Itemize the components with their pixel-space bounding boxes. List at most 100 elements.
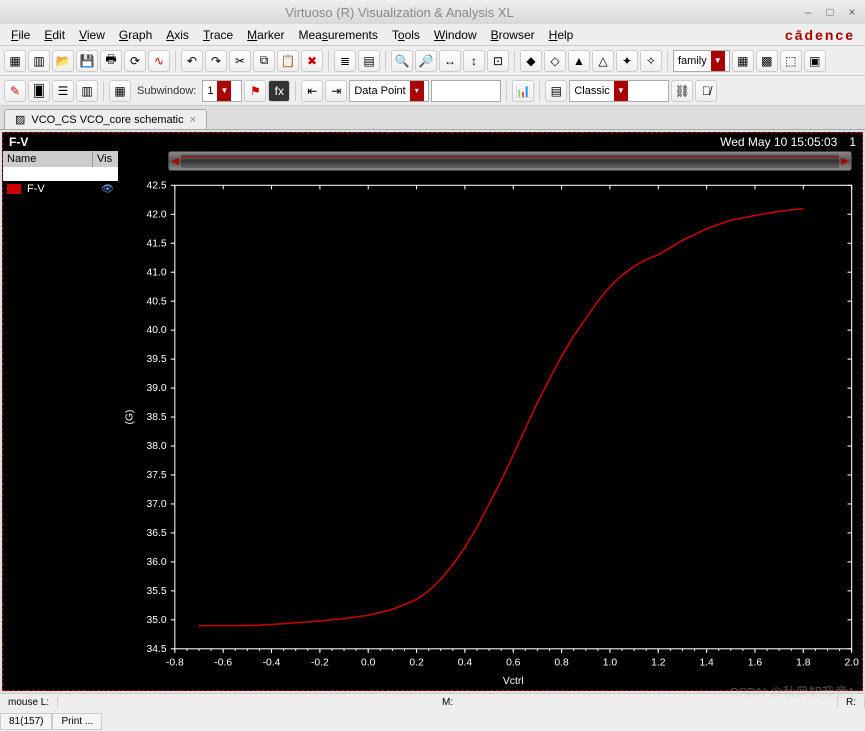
classic-select[interactable]: Classic▼	[569, 80, 669, 102]
svg-text:(G): (G)	[124, 410, 135, 425]
menu-tools[interactable]: Tools	[385, 26, 427, 44]
print-icon[interactable]: 🖶	[100, 50, 122, 72]
chart-icon[interactable]: 📊	[512, 80, 534, 102]
wand-icon[interactable]: ✎	[4, 80, 26, 102]
menu-window[interactable]: Window	[427, 26, 484, 44]
marker-c-icon[interactable]: ▲	[568, 50, 590, 72]
time-scrubber[interactable]: ◀ ▶	[168, 151, 852, 171]
plot-title: F-V	[9, 135, 28, 149]
strip-icon[interactable]: ≣	[334, 50, 356, 72]
legend-swatch-icon	[7, 184, 21, 194]
menu-file[interactable]: File	[4, 26, 37, 44]
svg-text:39.0: 39.0	[146, 383, 166, 394]
marker-d-icon[interactable]: △	[592, 50, 614, 72]
status-mouse-m: M:	[58, 697, 838, 708]
wave-icon[interactable]: ∿	[148, 50, 170, 72]
svg-text:2.0: 2.0	[844, 657, 859, 668]
legend-item-fv[interactable]: F-V 👁	[3, 181, 118, 197]
datapoint-select[interactable]: Data Point▾	[349, 80, 429, 102]
delete-icon[interactable]: ✖	[301, 50, 323, 72]
new-window-icon[interactable]: ▦	[4, 50, 26, 72]
marker-b-icon[interactable]: ◇	[544, 50, 566, 72]
layout-icon[interactable]: ▥	[28, 50, 50, 72]
plot-header: F-V Wed May 10 15:05:03 1	[3, 133, 862, 151]
tool-g3-icon[interactable]: ⬚	[780, 50, 802, 72]
marker-f-icon[interactable]: ✧	[640, 50, 662, 72]
svg-text:36.5: 36.5	[146, 528, 166, 539]
scrub-right-icon[interactable]: ▶	[839, 156, 851, 167]
link-icon[interactable]: ⛓	[671, 80, 693, 102]
chart-svg[interactable]: 34.535.035.536.036.537.037.538.038.539.0…	[118, 175, 862, 690]
menu-graph[interactable]: Graph	[112, 26, 159, 44]
menu-measurements[interactable]: Measurements	[292, 26, 385, 44]
copy-icon[interactable]: ⧉	[253, 50, 275, 72]
plot-area: F-V Wed May 10 15:05:03 1 Name Vis F-V 👁…	[2, 132, 863, 691]
datapoint-input[interactable]	[431, 80, 501, 102]
legend-col-name[interactable]: Name	[3, 151, 93, 167]
tab-schematic[interactable]: ▨ VCO_CS VCO_core schematic ×	[4, 109, 207, 129]
reload-icon[interactable]: ⟳	[124, 50, 146, 72]
save-icon[interactable]: 💾	[76, 50, 98, 72]
zoom-x-icon[interactable]: ↔	[439, 50, 461, 72]
marker-e-icon[interactable]: ✦	[616, 50, 638, 72]
fit-icon[interactable]: ⊡	[487, 50, 509, 72]
scrub-left-icon[interactable]: ◀	[169, 156, 181, 167]
v-split-icon[interactable]: ▥	[76, 80, 98, 102]
menu-view[interactable]: View	[72, 26, 112, 44]
close-button[interactable]: ×	[845, 5, 859, 19]
svg-text:1.6: 1.6	[748, 657, 763, 668]
chart-canvas[interactable]: ◀ ▶ 34.535.035.536.036.537.037.538.038.5…	[118, 151, 862, 690]
statusbar-mouse: mouse L: M: R:	[0, 693, 865, 711]
legend-filter-input[interactable]	[3, 167, 118, 181]
tab-bar: ▨ VCO_CS VCO_core schematic ×	[0, 106, 865, 130]
svg-text:Vctrl: Vctrl	[503, 676, 524, 687]
menu-marker[interactable]: Marker	[240, 26, 291, 44]
svg-text:0.6: 0.6	[506, 657, 521, 668]
flag-icon[interactable]: ⚑	[244, 80, 266, 102]
calc-icon[interactable]: ▤	[545, 80, 567, 102]
cut-icon[interactable]: ✂	[229, 50, 251, 72]
menu-help[interactable]: Help	[542, 26, 581, 44]
scrub-track[interactable]	[181, 154, 839, 168]
svg-text:38.5: 38.5	[146, 412, 166, 423]
grid-icon[interactable]: ▦	[109, 80, 131, 102]
redo-icon[interactable]: ↷	[205, 50, 227, 72]
svg-text:0.4: 0.4	[458, 657, 473, 668]
tab-close-icon[interactable]: ×	[190, 114, 196, 126]
subwindow-select[interactable]: 1▼	[202, 80, 242, 102]
paste-icon[interactable]: 📋	[277, 50, 299, 72]
legend-col-vis[interactable]: Vis	[93, 151, 118, 167]
fx-icon[interactable]: fx	[268, 80, 290, 102]
snap-left-icon[interactable]: ⇤	[301, 80, 323, 102]
open-icon[interactable]: 📂	[52, 50, 74, 72]
maximize-button[interactable]: □	[823, 5, 837, 19]
tool-g4-icon[interactable]: ▣	[804, 50, 826, 72]
plot-index: 1	[849, 135, 856, 149]
menu-axis[interactable]: Axis	[159, 26, 196, 44]
zoom-in-icon[interactable]: 🔍	[391, 50, 413, 72]
tab-doc-icon: ▨	[15, 113, 25, 126]
zoom-y-icon[interactable]: ↕	[463, 50, 485, 72]
toolbar-2: ✎ 🂠 ☰ ▥ ▦ Subwindow: 1▼ ⚑ fx ⇤ ⇥ Data Po…	[0, 76, 865, 106]
svg-text:-0.6: -0.6	[214, 657, 232, 668]
status-mouse-r: R:	[838, 697, 865, 708]
legend-header: Name Vis	[3, 151, 118, 167]
snap-right-icon[interactable]: ⇥	[325, 80, 347, 102]
menu-trace[interactable]: Trace	[196, 26, 240, 44]
tab-label: VCO_CS VCO_core schematic	[31, 114, 183, 126]
menu-edit[interactable]: Edit	[37, 26, 72, 44]
marker-a-icon[interactable]: ◆	[520, 50, 542, 72]
panel-icon[interactable]: ▤	[358, 50, 380, 72]
tool-g1-icon[interactable]: ▦	[732, 50, 754, 72]
status-print[interactable]: Print ...	[52, 713, 102, 730]
legend-visibility-icon[interactable]: 👁	[101, 184, 114, 195]
undo-icon[interactable]: ↶	[181, 50, 203, 72]
cards-icon[interactable]: 🂠	[28, 80, 50, 102]
tool-g2-icon[interactable]: ▩	[756, 50, 778, 72]
minimize-button[interactable]: –	[801, 5, 815, 19]
zoom-out-icon[interactable]: 🔎	[415, 50, 437, 72]
family-select[interactable]: family▼	[673, 50, 730, 72]
menu-browser[interactable]: Browser	[484, 26, 542, 44]
unlink-icon[interactable]: ⛓̸	[695, 80, 717, 102]
h-split-icon[interactable]: ☰	[52, 80, 74, 102]
